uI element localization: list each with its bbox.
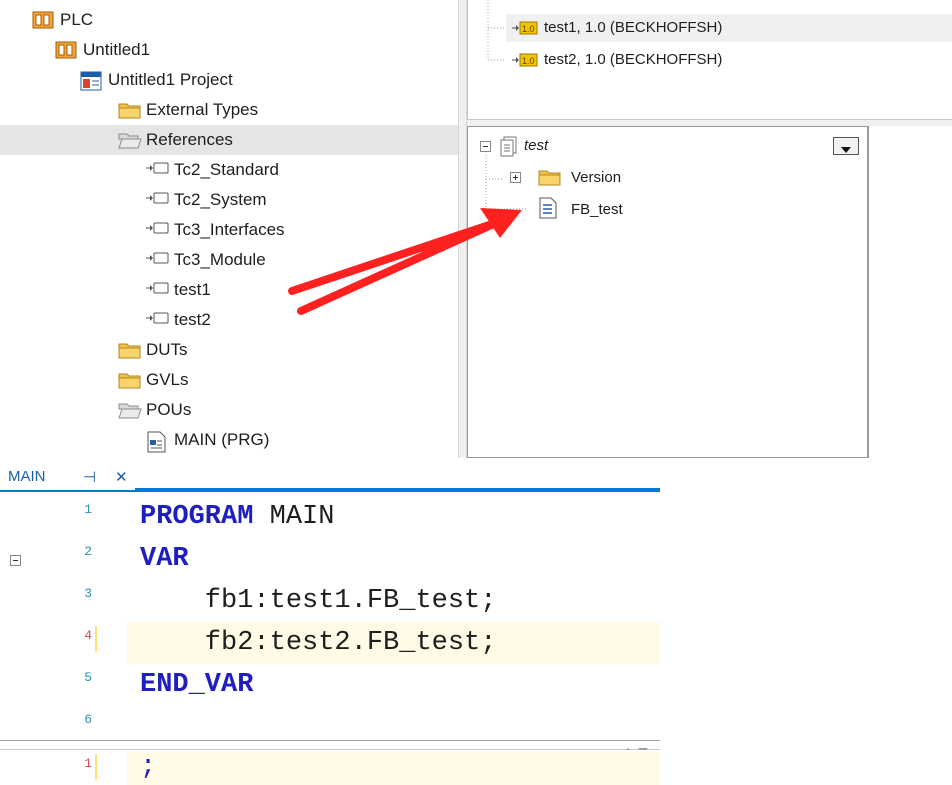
line-number: 5 [84, 670, 92, 685]
change-marker [95, 626, 97, 652]
annotation-arrows [288, 208, 522, 315]
code-line[interactable]: VAR [140, 544, 189, 574]
line-number: 4 [84, 628, 92, 643]
close-icon[interactable]: ✕ [115, 468, 128, 486]
line-number: 2 [84, 544, 92, 559]
code-line[interactable]: fb1:test1.FB_test; [140, 586, 497, 616]
pin-icon[interactable]: ⊣ [83, 468, 96, 486]
editor-splitter[interactable] [0, 740, 660, 753]
current-line-highlight [127, 752, 660, 785]
editor-tab-strip [0, 462, 952, 490]
code-line[interactable]: END_VAR [140, 670, 253, 700]
line-number: 1 [84, 502, 92, 517]
declaration-editor[interactable]: 1 PROGRAM MAIN 2 VAR 3 fb1:test1.FB_test; 4 f… [0, 492, 660, 740]
implementation-editor[interactable]: 1; [0, 750, 660, 785]
code-line[interactable]: fb2:test2.FB_test; [140, 628, 497, 658]
change-marker [95, 754, 97, 780]
tab-main[interactable]: MAIN ⊣ ✕ [0, 462, 135, 490]
code-line[interactable]: ; [140, 752, 156, 782]
line-number: 1 [84, 756, 92, 771]
code-line[interactable]: PROGRAM MAIN [140, 502, 334, 532]
tab-title: MAIN [8, 468, 46, 485]
line-number: 3 [84, 586, 92, 601]
line-number: 6 [84, 712, 92, 727]
collapse-icon[interactable] [10, 554, 22, 572]
